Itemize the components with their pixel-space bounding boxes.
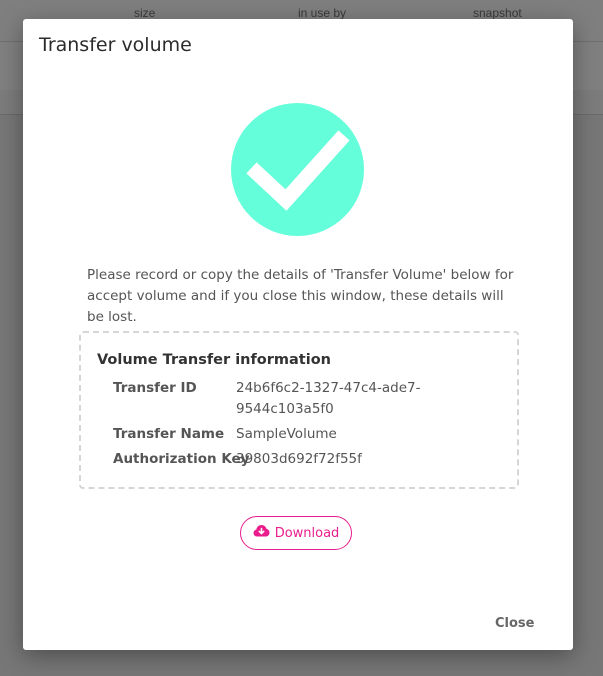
download-button-label: Download [274,525,340,541]
column-header-in-use-by: in use by [298,6,347,20]
transfer-info-box: Volume Transfer information Transfer ID … [79,331,519,489]
authorization-key-value: 39803d692f72f55f [236,451,362,467]
column-header-snapshot: snapshot [473,6,522,20]
download-button[interactable]: Download [240,516,352,550]
close-button[interactable]: Close [495,616,534,631]
transfer-name-label: Transfer Name [113,426,225,442]
column-header-size: size [134,6,156,20]
warning-message: Please record or copy the details of 'Tr… [87,267,514,325]
transfer-name-value: SampleVolume [236,426,337,442]
cloud-download-icon [253,524,270,542]
transfer-volume-dialog: Transfer volume Please record or copy th… [23,19,573,650]
check-circle-icon [231,103,364,236]
authorization-key-label: Authorization Key [113,451,250,467]
dialog-title: Transfer volume [39,34,192,56]
info-title: Volume Transfer information [97,352,331,368]
transfer-id-value: 24b6f6c2-1327-47c4-ade7-9544c103a5f0 [236,380,421,417]
transfer-id-label: Transfer ID [113,380,197,396]
